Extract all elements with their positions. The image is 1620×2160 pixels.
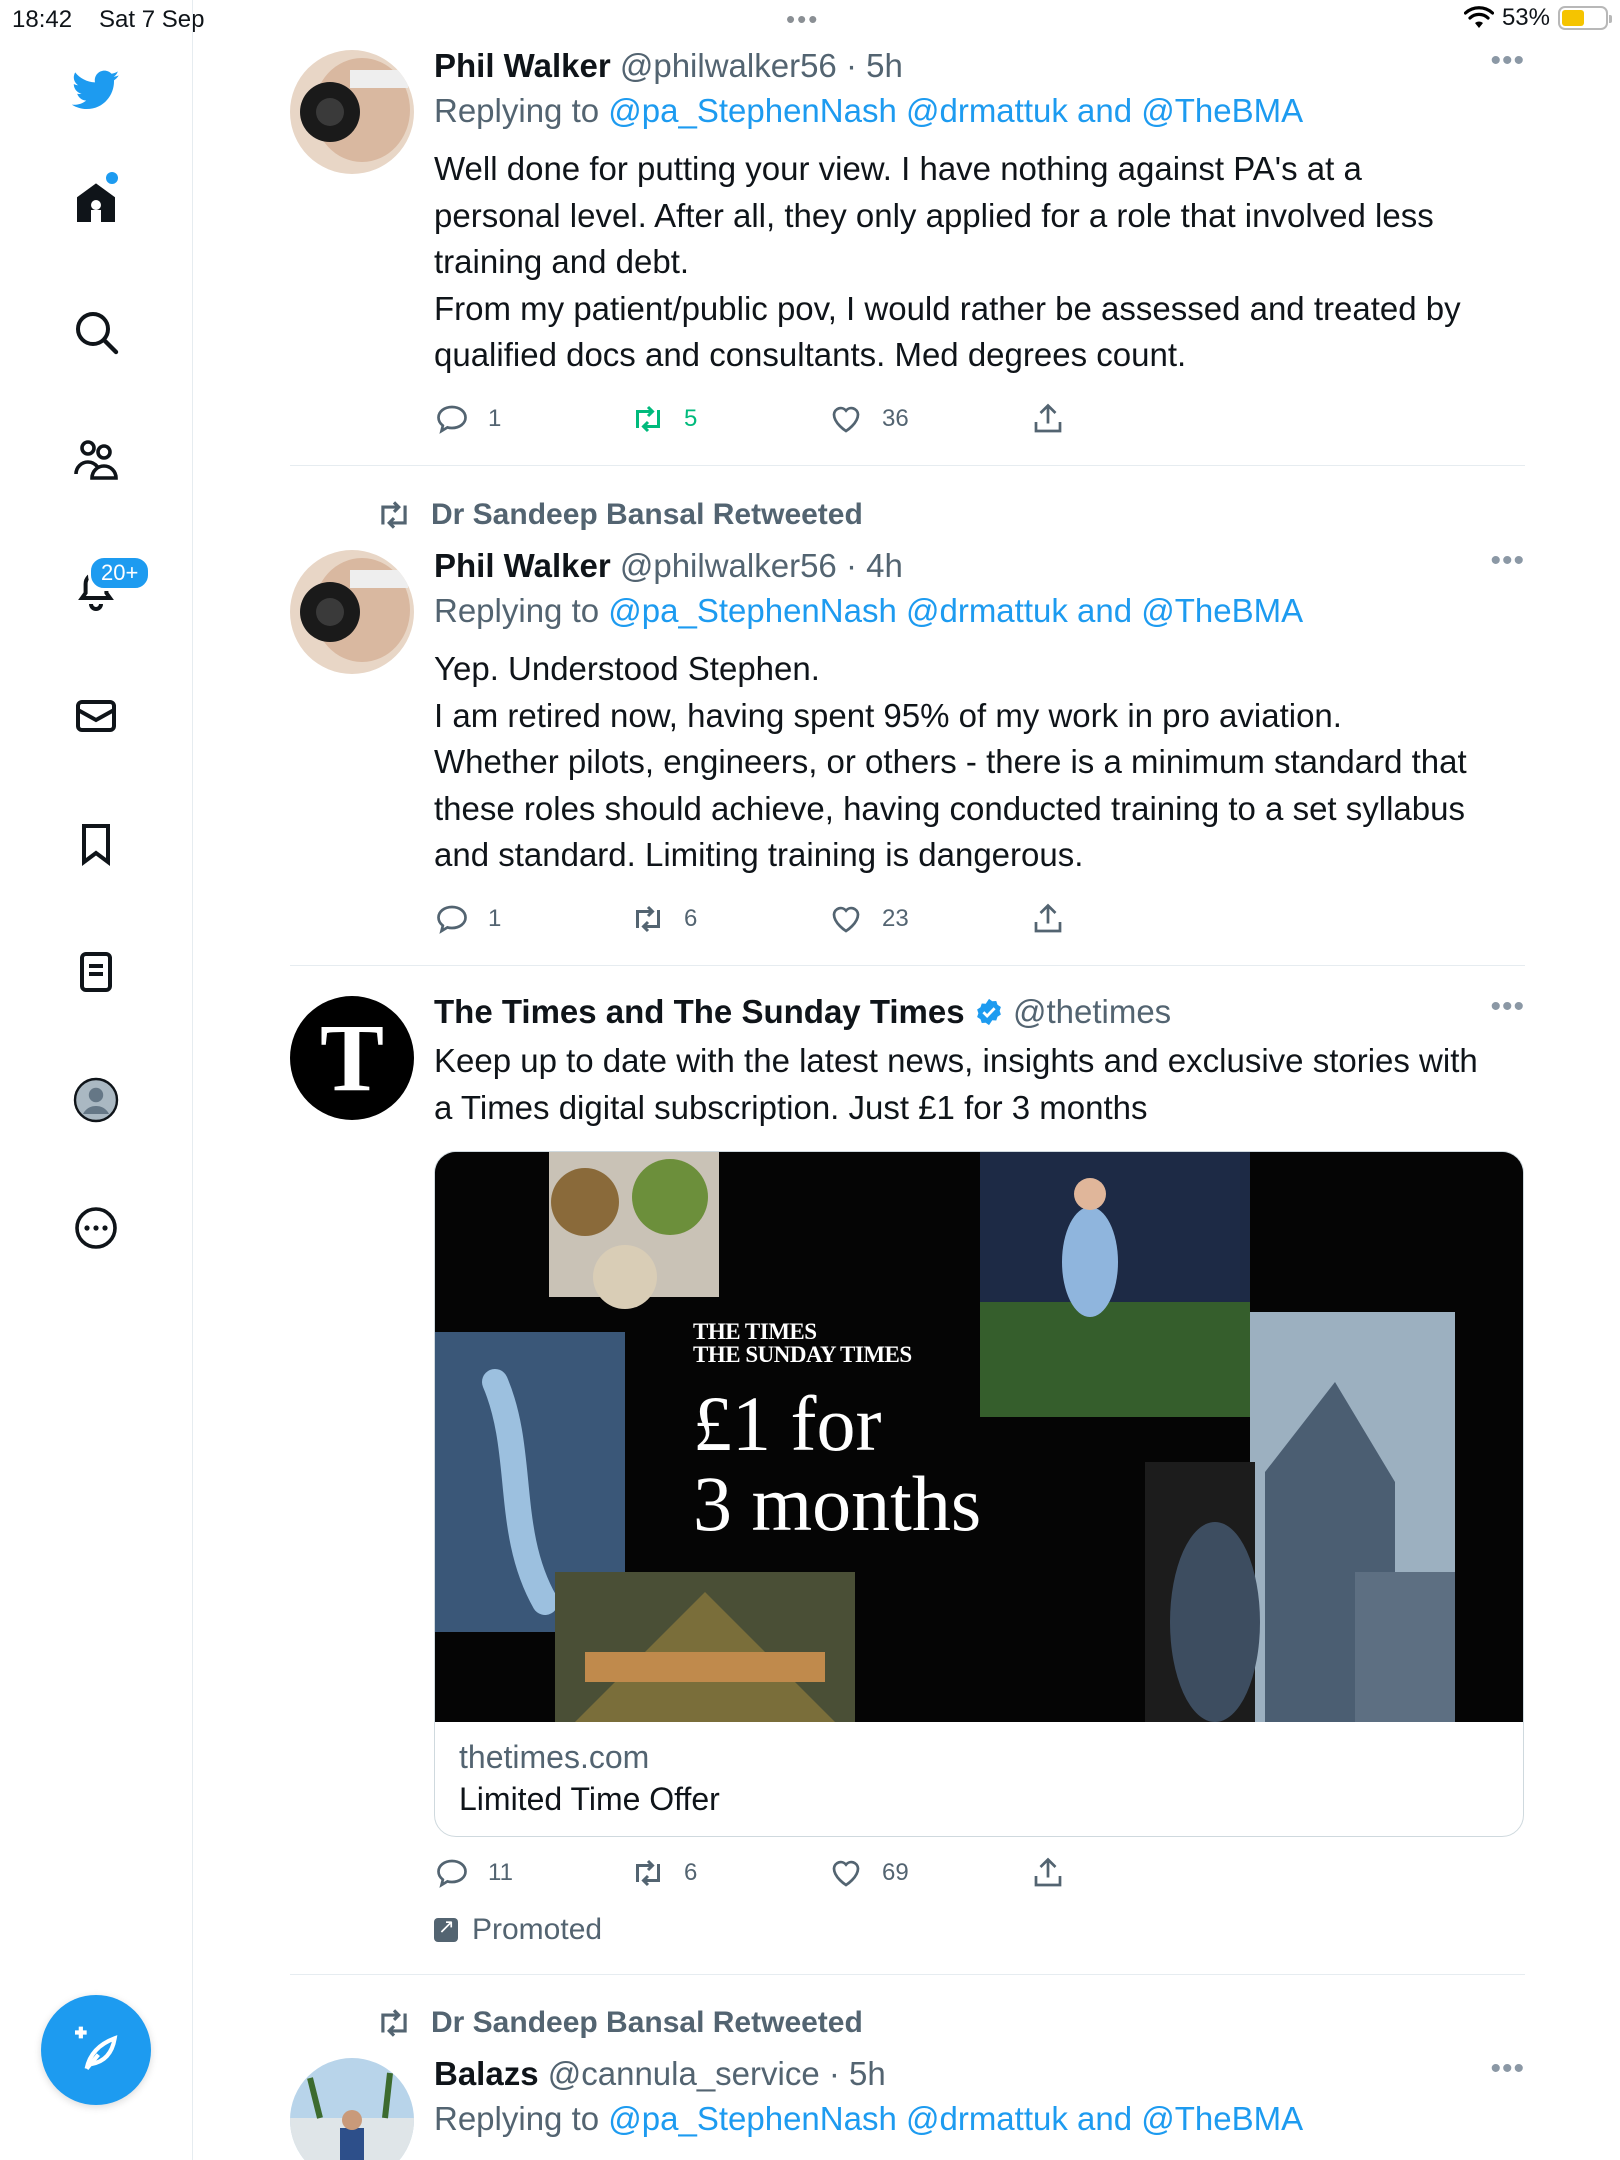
tweet-divider xyxy=(290,1974,1525,1975)
mention-link[interactable]: @TheBMA xyxy=(1141,592,1303,629)
sidebar: 20+ xyxy=(0,0,193,2160)
reply-icon xyxy=(437,405,467,434)
retweet-icon xyxy=(636,1859,660,1887)
mention-link[interactable]: @pa_StephenNash @drmattuk xyxy=(608,2100,1068,2137)
retweet-button[interactable]: 6 xyxy=(630,901,697,937)
lists-icon[interactable] xyxy=(64,940,128,1004)
tweet-actions: 1 5 36 xyxy=(434,401,1525,451)
more-menu-icon[interactable] xyxy=(64,1196,128,1260)
author-handle[interactable]: @philwalker56 xyxy=(620,47,837,84)
notifications-badge: 20+ xyxy=(88,555,152,591)
retweet-icon xyxy=(636,905,660,932)
battery-icon xyxy=(1558,6,1612,30)
retweet-icon xyxy=(381,501,407,529)
reply-button[interactable]: 1 xyxy=(434,401,501,437)
compose-tweet-button[interactable] xyxy=(41,1995,151,2105)
status-bar: 18:42 Sat 7 Sep ••• 53% xyxy=(0,0,1620,40)
mention-link[interactable]: @pa_StephenNash @drmattuk xyxy=(608,592,1068,629)
mention-link[interactable]: @TheBMA xyxy=(1141,2100,1303,2137)
mention-link[interactable]: @TheBMA xyxy=(1141,92,1303,129)
retweet-button[interactable]: 5 xyxy=(630,401,697,437)
retweeted-by[interactable]: Dr Sandeep Bansal Retweeted xyxy=(375,496,863,534)
more-options-icon[interactable]: ••• xyxy=(1490,544,1525,578)
author-name[interactable]: Phil Walker xyxy=(434,47,611,84)
avatar[interactable] xyxy=(290,50,414,174)
tweet-divider xyxy=(290,965,1525,966)
offer-headline: £1 for 3 months xyxy=(693,1380,982,1547)
home-unread-dot xyxy=(106,172,118,184)
tweet-time[interactable]: · 4h xyxy=(846,547,903,584)
author-name[interactable]: Phil Walker xyxy=(434,547,611,584)
share-button[interactable] xyxy=(1030,401,1066,437)
ad-card[interactable]: THE TIMES THE SUNDAY TIMES £1 for 3 mont… xyxy=(434,1151,1524,1837)
tweet-text: Well done for putting your view. I have … xyxy=(434,150,1461,373)
like-button[interactable]: 36 xyxy=(828,401,909,437)
card-title[interactable]: Limited Time Offer xyxy=(459,1778,1499,1820)
tweet-time[interactable]: · 5h xyxy=(829,2055,886,2092)
like-button[interactable]: 23 xyxy=(828,901,909,937)
replying-to: Replying to @pa_StephenNash @drmattuk an… xyxy=(434,92,1304,129)
tweet-actions: 1 6 23 xyxy=(434,901,1525,951)
share-icon xyxy=(1034,403,1062,432)
messages-icon[interactable] xyxy=(64,684,128,748)
twitter-logo-icon[interactable] xyxy=(64,58,128,122)
replying-to: Replying to @pa_StephenNash @drmattuk an… xyxy=(434,2100,1304,2137)
avatar[interactable] xyxy=(290,550,414,674)
author-handle[interactable]: @thetimes xyxy=(1013,993,1171,1030)
tweet-divider xyxy=(290,465,1525,466)
promoted-icon xyxy=(434,1914,458,1942)
search-icon[interactable] xyxy=(64,300,128,364)
reply-icon xyxy=(437,905,467,934)
compose-feather-icon xyxy=(75,2026,118,2071)
reply-button[interactable]: 1 xyxy=(434,901,501,937)
heart-icon xyxy=(832,1860,860,1887)
ad-card-image[interactable]: THE TIMES THE SUNDAY TIMES £1 for 3 mont… xyxy=(435,1152,1523,1722)
advertiser-avatar[interactable]: T xyxy=(290,996,414,1120)
share-icon xyxy=(1034,1857,1062,1887)
mention-link[interactable]: @pa_StephenNash @drmattuk xyxy=(608,92,1068,129)
tweet-time[interactable]: · 5h xyxy=(846,47,903,84)
battery-percent: 53% xyxy=(1501,4,1550,31)
tweet-actions: 11 6 69 xyxy=(434,1855,1525,1905)
share-icon xyxy=(1034,903,1062,932)
tweet-text: Yep. Understood Stephen. I am retired no… xyxy=(434,650,1467,873)
replying-to: Replying to @pa_StephenNash @drmattuk an… xyxy=(434,592,1304,629)
wifi-icon xyxy=(1463,6,1494,28)
more-options-icon[interactable]: ••• xyxy=(1490,2052,1525,2086)
avatar[interactable] xyxy=(290,2058,414,2160)
times-logo-text: THE TIMES THE SUNDAY TIMES xyxy=(693,1319,912,1367)
bookmarks-icon[interactable] xyxy=(64,812,128,876)
tweet-text: Keep up to date with the latest news, in… xyxy=(434,1042,1478,1126)
profile-avatar-icon[interactable] xyxy=(64,1068,128,1132)
author-name[interactable]: The Times and The Sunday Times xyxy=(434,993,965,1030)
author-handle[interactable]: @cannula_service xyxy=(548,2055,820,2092)
retweet-button[interactable]: 6 xyxy=(630,1855,697,1891)
reply-button[interactable]: 11 xyxy=(434,1855,513,1891)
home-icon[interactable] xyxy=(64,172,128,236)
card-domain[interactable]: thetimes.com xyxy=(459,1736,1499,1778)
like-button[interactable]: 69 xyxy=(828,1855,909,1891)
promoted-label: Promoted xyxy=(434,1913,1525,1947)
multitasking-dots-icon[interactable]: ••• xyxy=(786,4,819,35)
heart-icon xyxy=(832,906,860,933)
more-options-icon[interactable]: ••• xyxy=(1490,990,1525,1024)
retweet-icon xyxy=(636,405,660,432)
author-name[interactable]: Balazs xyxy=(434,2055,539,2092)
retweet-icon xyxy=(381,2009,407,2037)
author-handle[interactable]: @philwalker56 xyxy=(620,547,837,584)
share-button[interactable] xyxy=(1030,1855,1066,1891)
verified-badge-icon xyxy=(976,998,1001,1026)
share-button[interactable] xyxy=(1030,901,1066,937)
reply-icon xyxy=(437,1859,467,1888)
more-options-icon[interactable]: ••• xyxy=(1490,44,1525,78)
communities-icon[interactable] xyxy=(64,428,128,492)
heart-icon xyxy=(832,406,860,433)
retweeted-by[interactable]: Dr Sandeep Bansal Retweeted xyxy=(375,2004,863,2042)
